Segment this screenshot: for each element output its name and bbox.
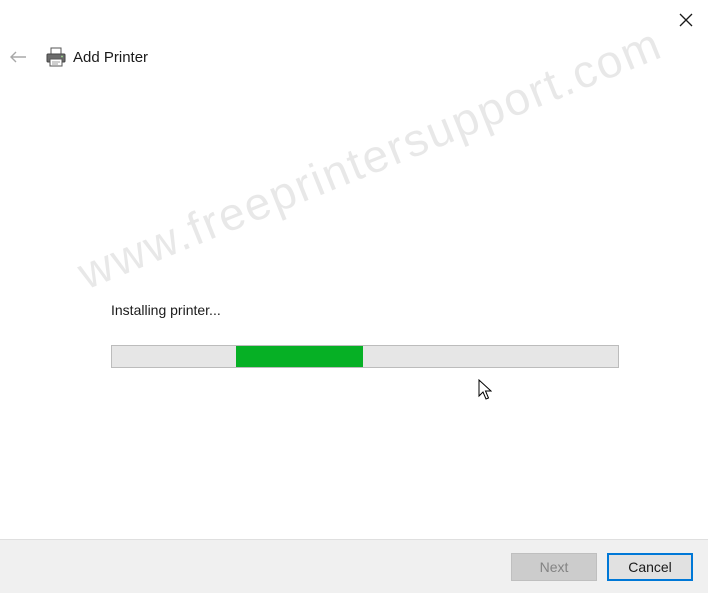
close-button[interactable]: [666, 6, 706, 34]
next-button[interactable]: Next: [511, 553, 597, 581]
cancel-button[interactable]: Cancel: [607, 553, 693, 581]
progress-fill: [236, 346, 363, 367]
install-progress-bar: [111, 345, 619, 368]
mouse-pointer-icon: [478, 379, 492, 400]
dialog-title: Add Printer: [73, 48, 149, 66]
watermark: www.freeprintersupport.com: [70, 16, 670, 300]
close-icon: [679, 13, 693, 27]
printer-icon: [46, 47, 66, 67]
dialog-footer: Next Cancel: [0, 539, 708, 593]
add-printer-dialog: Add Printer www.freeprintersupport.com I…: [0, 0, 708, 593]
back-button[interactable]: [6, 45, 30, 69]
back-arrow-icon: [10, 51, 26, 63]
status-text: Installing printer...: [111, 302, 221, 318]
title-bar: Add Printer: [45, 44, 148, 70]
